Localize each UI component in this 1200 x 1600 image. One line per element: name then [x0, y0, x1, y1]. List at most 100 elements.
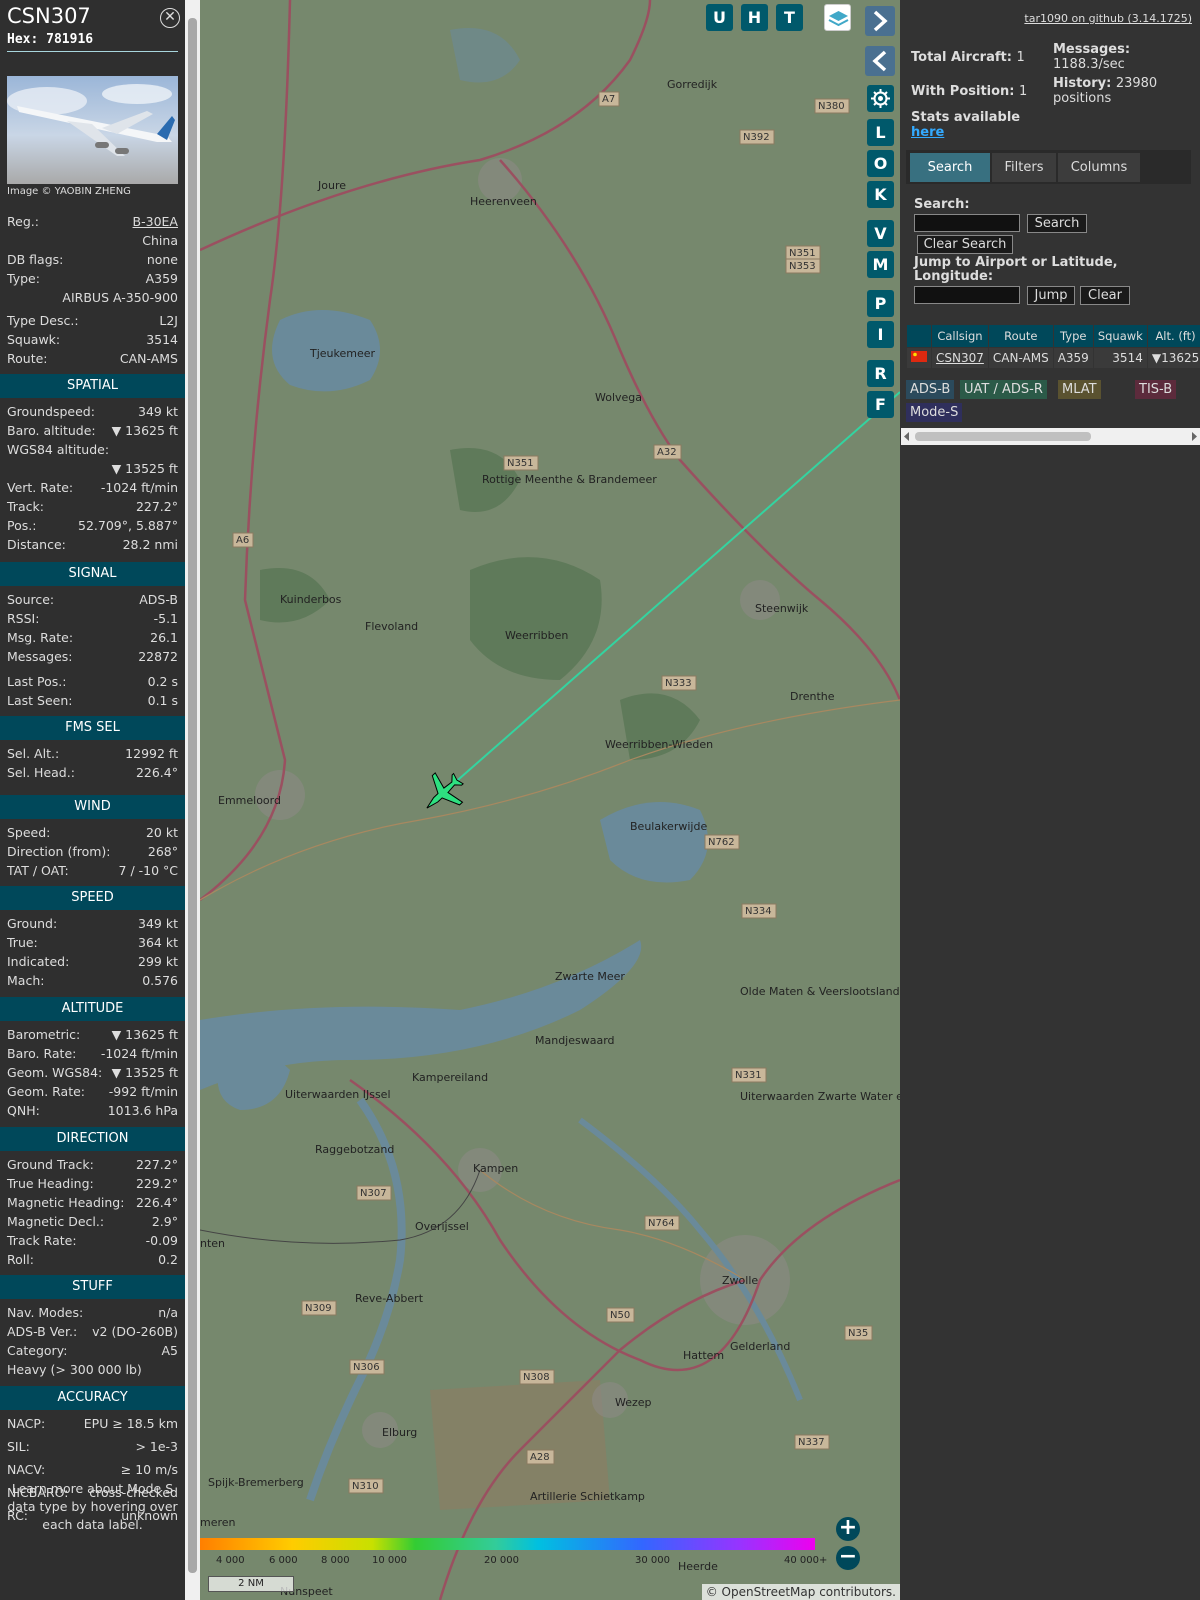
road-shield: N35	[844, 1325, 873, 1341]
accuracy-label[interactable]: SIL:	[7, 1438, 30, 1456]
wind-label[interactable]: TAT / OAT:	[7, 862, 69, 880]
github-link[interactable]: tar1090 on github (3.14.1725)	[1024, 12, 1192, 25]
zoom-out-button[interactable]: −	[836, 1546, 860, 1570]
gear-icon[interactable]	[867, 85, 894, 112]
altitude-label[interactable]: Geom. Rate:	[7, 1083, 85, 1101]
aircraft-photo[interactable]	[7, 76, 178, 184]
fms-label[interactable]: Sel. Alt.:	[7, 745, 59, 763]
map[interactable]: Gorredijk Heerenveen Joure Tjeukemeer Wolveg…	[200, 0, 900, 1600]
col-type[interactable]: Type	[1053, 325, 1093, 347]
col-callsign[interactable]: Callsign	[932, 325, 988, 347]
signal-label[interactable]: Msg. Rate:	[7, 629, 73, 647]
scroll-left-icon[interactable]	[903, 432, 911, 441]
map-button-h[interactable]: H	[741, 4, 768, 31]
speed-label[interactable]: Ground:	[7, 915, 57, 933]
signal-label[interactable]: RSSI:	[7, 610, 39, 628]
col-squawk[interactable]: Squawk	[1093, 325, 1147, 347]
map-button-v[interactable]: V	[867, 220, 894, 247]
signal-label[interactable]: Messages:	[7, 648, 73, 666]
jump-input[interactable]	[914, 286, 1020, 304]
layers-icon[interactable]	[824, 4, 851, 31]
accuracy-label[interactable]: NACV:	[7, 1461, 45, 1479]
direction-label[interactable]: Magnetic Heading:	[7, 1194, 124, 1212]
section-altitude: ALTITUDE	[0, 997, 185, 1021]
spatial-label[interactable]: Groundspeed:	[7, 403, 95, 421]
altitude-label[interactable]: Geom. WGS84:	[7, 1064, 102, 1082]
general-label[interactable]: DB flags:	[7, 251, 63, 269]
wind-label[interactable]: Direction (from):	[7, 843, 111, 861]
direction-label[interactable]: Roll:	[7, 1251, 34, 1269]
clear-search-button[interactable]: Clear Search	[917, 235, 1013, 254]
map-button-t[interactable]: T	[776, 4, 803, 31]
clear-button[interactable]: Clear	[1080, 286, 1130, 305]
search-button[interactable]: Search	[1027, 214, 1087, 233]
speed-label[interactable]: Mach:	[7, 972, 44, 990]
tab-filters[interactable]: Filters	[992, 153, 1056, 182]
map-button-p[interactable]: P	[867, 290, 894, 317]
map-button-i[interactable]: I	[867, 321, 894, 348]
row-callsign[interactable]: CSN307	[932, 348, 988, 368]
col-route[interactable]: Route	[988, 325, 1053, 347]
info-note: Learn more about Mode S data type by hov…	[7, 1481, 178, 1532]
wind-label[interactable]: Speed:	[7, 824, 50, 842]
section-fms: FMS SEL	[0, 716, 185, 740]
signal-label[interactable]: Last Pos.:	[7, 673, 66, 691]
stats-link[interactable]: here	[911, 125, 944, 140]
chevron-left-icon[interactable]	[865, 46, 895, 76]
spatial-label[interactable]: Baro. altitude:	[7, 422, 96, 440]
stuff-label[interactable]: Heavy (> 300 000 lb)	[7, 1361, 142, 1379]
map-button-u[interactable]: U	[706, 4, 733, 31]
tab-columns[interactable]: Columns	[1058, 153, 1140, 182]
spatial-label[interactable]: WGS84 altitude:	[7, 441, 109, 459]
spatial-label[interactable]: Pos.:	[7, 517, 36, 535]
table-horizontal-scrollbar[interactable]	[901, 428, 1200, 445]
speed-label[interactable]: True:	[7, 934, 38, 952]
speed-label[interactable]: Indicated:	[7, 953, 69, 971]
general-label[interactable]: Reg.:	[7, 213, 39, 231]
altitude-row: Geom. WGS84: ▼ 13525 ft	[7, 1064, 178, 1082]
map-button-l[interactable]: L	[867, 119, 894, 146]
map-button-f[interactable]: F	[867, 391, 894, 418]
direction-label[interactable]: Magnetic Decl.:	[7, 1213, 104, 1231]
general-label[interactable]: Type:	[7, 270, 40, 288]
search-input[interactable]	[914, 214, 1020, 232]
spatial-label[interactable]: Distance:	[7, 536, 66, 554]
map-button-m[interactable]: M	[867, 251, 894, 278]
altitude-label[interactable]: QNH:	[7, 1102, 40, 1120]
jump-button[interactable]: Jump	[1027, 286, 1075, 305]
spatial-label[interactable]: Vert. Rate:	[7, 479, 73, 497]
road-label: N334	[745, 906, 772, 917]
general-label[interactable]: Type Desc.:	[7, 312, 79, 330]
general-label[interactable]: Squawk:	[7, 331, 60, 349]
signal-label[interactable]: Last Seen:	[7, 692, 72, 710]
col-altitude[interactable]: Alt. (ft)	[1147, 325, 1200, 347]
map-canvas[interactable]: Gorredijk Heerenveen Joure Tjeukemeer Wolveg…	[200, 0, 900, 1600]
osm-link[interactable]: OpenStreetMap	[722, 1585, 816, 1599]
direction-label[interactable]: Ground Track:	[7, 1156, 94, 1174]
scroll-right-icon[interactable]	[1190, 432, 1198, 441]
chevron-right-icon[interactable]	[865, 6, 895, 36]
zoom-in-button[interactable]: +	[836, 1517, 860, 1541]
stuff-label[interactable]: Category:	[7, 1342, 67, 1360]
altitude-label[interactable]: Baro. Rate:	[7, 1045, 76, 1063]
map-button-r[interactable]: R	[867, 360, 894, 387]
general-value[interactable]: B-30EA	[133, 213, 178, 231]
map-button-o[interactable]: O	[867, 150, 894, 177]
info-scrollbar[interactable]	[185, 0, 200, 1600]
direction-label[interactable]: Track Rate:	[7, 1232, 77, 1250]
fms-label[interactable]: Sel. Head.:	[7, 764, 75, 782]
table-scrollbar-thumb[interactable]	[915, 432, 1091, 441]
info-scrollbar-thumb[interactable]	[188, 18, 197, 1573]
stuff-label[interactable]: Nav. Modes:	[7, 1304, 83, 1322]
spatial-label[interactable]: Track:	[7, 498, 44, 516]
accuracy-label[interactable]: NACP:	[7, 1415, 45, 1433]
map-button-k[interactable]: K	[867, 181, 894, 208]
general-label[interactable]: Route:	[7, 350, 48, 368]
signal-label[interactable]: Source:	[7, 591, 54, 609]
altitude-label[interactable]: Barometric:	[7, 1026, 80, 1044]
tab-search[interactable]: Search	[910, 153, 990, 182]
table-row[interactable]: CSN307 CAN-AMS A359 3514 ▼13625	[907, 348, 1200, 368]
close-icon[interactable]: ✕	[160, 8, 180, 28]
stuff-label[interactable]: ADS-B Ver.:	[7, 1323, 77, 1341]
direction-label[interactable]: True Heading:	[7, 1175, 94, 1193]
